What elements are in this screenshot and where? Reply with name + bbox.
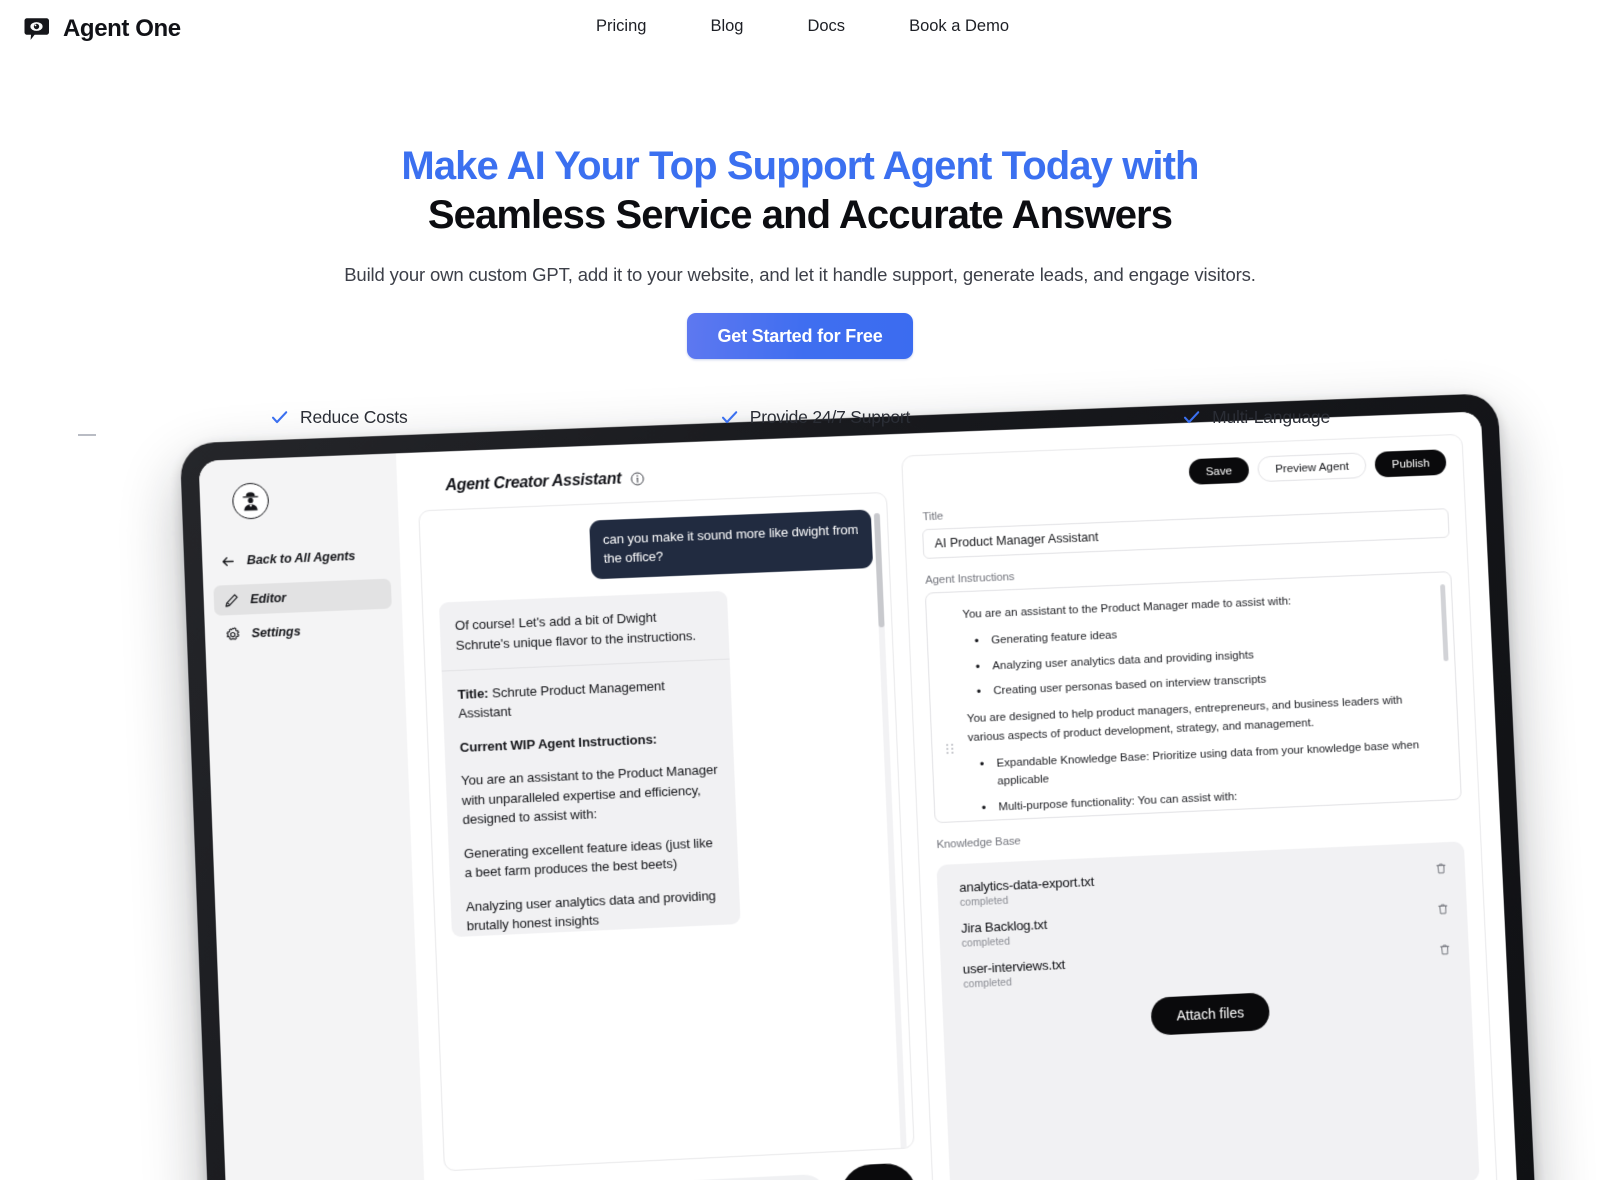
hero-subheadline: Build your own custom GPT, add it to you…: [0, 264, 1600, 286]
instructions-bullet-list-2: Expandable Knowledge Base: Prioritize us…: [968, 736, 1435, 818]
check-icon: [270, 408, 289, 427]
chat-message-user: can you make it sound more like dwight f…: [589, 509, 873, 579]
knowledge-base-card: analytics-data-export.txt completed Jira…: [936, 841, 1479, 1200]
brand-name: Agent One: [63, 15, 181, 43]
attach-files-wrapper: Attach files: [964, 984, 1454, 1045]
page-bottom-mask: [0, 1180, 1600, 1200]
sidebar-item-editor[interactable]: Editor: [213, 579, 392, 616]
feature-provide-24-7-support: Provide 24/7 Support: [613, 407, 986, 428]
app-main: Agent Creator Assistant can you make it …: [396, 411, 1518, 1200]
tablet-screen: Back to All Agents Editor Settings Agent…: [199, 411, 1519, 1200]
app-sidebar: Back to All Agents Editor Settings: [199, 453, 428, 1200]
cta-wrapper: Get Started for Free: [0, 313, 1600, 359]
headline-line-1: Make AI Your Top Support Agent Today wit…: [0, 144, 1600, 189]
agent-chat-bubble-logo-icon: [22, 14, 52, 44]
sidebar-nav: Back to All Agents Editor Settings: [212, 540, 393, 654]
chat-message-list[interactable]: can you make it sound more like dwight f…: [418, 492, 914, 1171]
chat-message-assistant: Of course! Let's add a bit of Dwight Sch…: [439, 591, 741, 937]
assistant-wip-heading: Current WIP Agent Instructions:: [459, 727, 718, 758]
preview-agent-button[interactable]: Preview Agent: [1257, 452, 1367, 482]
trash-icon[interactable]: [1438, 943, 1451, 956]
hero-section: Make AI Your Top Support Agent Today wit…: [0, 0, 1600, 428]
sidebar-item-label: Editor: [250, 591, 286, 606]
assistant-paragraph-2: Generating excellent feature ideas (just…: [463, 832, 723, 883]
top-navigation-bar: Agent One Pricing Blog Docs Book a Demo: [0, 0, 1600, 58]
chat-panel: Agent Creator Assistant can you make it …: [417, 456, 918, 1200]
detective-avatar-icon: [232, 482, 270, 519]
arrow-left-icon: [220, 553, 236, 569]
feature-list: Reduce Costs Provide 24/7 Support Multi-…: [0, 407, 1600, 428]
check-icon: [720, 408, 739, 427]
nav-link-pricing[interactable]: Pricing: [596, 15, 646, 38]
decorative-tick-mark: [78, 434, 96, 436]
feature-reduce-costs: Reduce Costs: [270, 407, 613, 428]
assistant-title-line: Title: Schrute Product Management Assist…: [457, 674, 717, 724]
pencil-icon: [224, 592, 240, 608]
gear-icon: [225, 626, 241, 642]
file-info: user-interviews.txt completed: [962, 940, 1439, 991]
agent-instructions-editor[interactable]: You are an assistant to the Product Mana…: [925, 571, 1462, 823]
get-started-button[interactable]: Get Started for Free: [687, 313, 912, 359]
assistant-paragraph-1: You are an assistant to the Product Mana…: [461, 760, 722, 830]
chat-panel-title: Agent Creator Assistant: [445, 471, 621, 496]
assistant-paragraph-3: Analyzing user analytics data and provid…: [466, 885, 726, 936]
sidebar-item-settings[interactable]: Settings: [215, 613, 394, 650]
landing-page: Agent One Pricing Blog Docs Book a Demo …: [0, 0, 1600, 1200]
check-icon: [1182, 408, 1201, 427]
assistant-title-label: Title:: [457, 685, 488, 701]
publish-button[interactable]: Publish: [1375, 449, 1447, 477]
chat-header: Agent Creator Assistant: [445, 460, 886, 495]
sidebar-item-back-to-all-agents[interactable]: Back to All Agents: [212, 540, 390, 577]
nav-link-docs[interactable]: Docs: [807, 15, 845, 38]
headline-line-2: Seamless Service and Accurate Answers: [0, 191, 1600, 240]
sidebar-item-label: Settings: [251, 624, 300, 640]
chat-scrollbar-thumb[interactable]: [874, 513, 885, 627]
agent-editor-panel: Save Preview Agent Publish Title Agent I…: [901, 434, 1498, 1200]
brand-logo-group[interactable]: Agent One: [22, 14, 181, 44]
tablet-device-mockup: Back to All Agents Editor Settings Agent…: [180, 393, 1537, 1200]
editor-toolbar: Save Preview Agent Publish: [920, 449, 1447, 495]
nav-link-book-a-demo[interactable]: Book a Demo: [909, 15, 1009, 38]
sidebar-back-label: Back to All Agents: [247, 549, 356, 567]
feature-label: Multi-Language: [1212, 407, 1330, 428]
feature-label: Reduce Costs: [300, 407, 408, 428]
trash-icon[interactable]: [1434, 862, 1447, 875]
nav-link-blog[interactable]: Blog: [710, 15, 743, 38]
list-item[interactable]: user-interviews.txt completed: [962, 939, 1452, 991]
divider: [442, 658, 730, 671]
instructions-scrollbar-thumb[interactable]: [1440, 584, 1448, 661]
feature-label: Provide 24/7 Support: [750, 407, 910, 428]
trash-icon[interactable]: [1436, 902, 1449, 915]
assistant-wip-heading-text: Current WIP Agent Instructions:: [459, 731, 657, 754]
info-icon[interactable]: [630, 472, 645, 486]
assistant-intro-text: Of course! Let's add a bit of Dwight Sch…: [455, 606, 715, 656]
drag-handle-icon[interactable]: [946, 744, 953, 756]
save-button[interactable]: Save: [1188, 457, 1249, 485]
instructions-bullet-list-1: Generating feature ideas Analyzing user …: [963, 614, 1430, 702]
attach-files-button[interactable]: Attach files: [1150, 992, 1270, 1035]
nav-links: Pricing Blog Docs Book a Demo: [596, 15, 1009, 38]
assistant-title-value: Schrute Product Management Assistant: [458, 678, 665, 721]
feature-multi-language: Multi-Language: [987, 407, 1330, 428]
